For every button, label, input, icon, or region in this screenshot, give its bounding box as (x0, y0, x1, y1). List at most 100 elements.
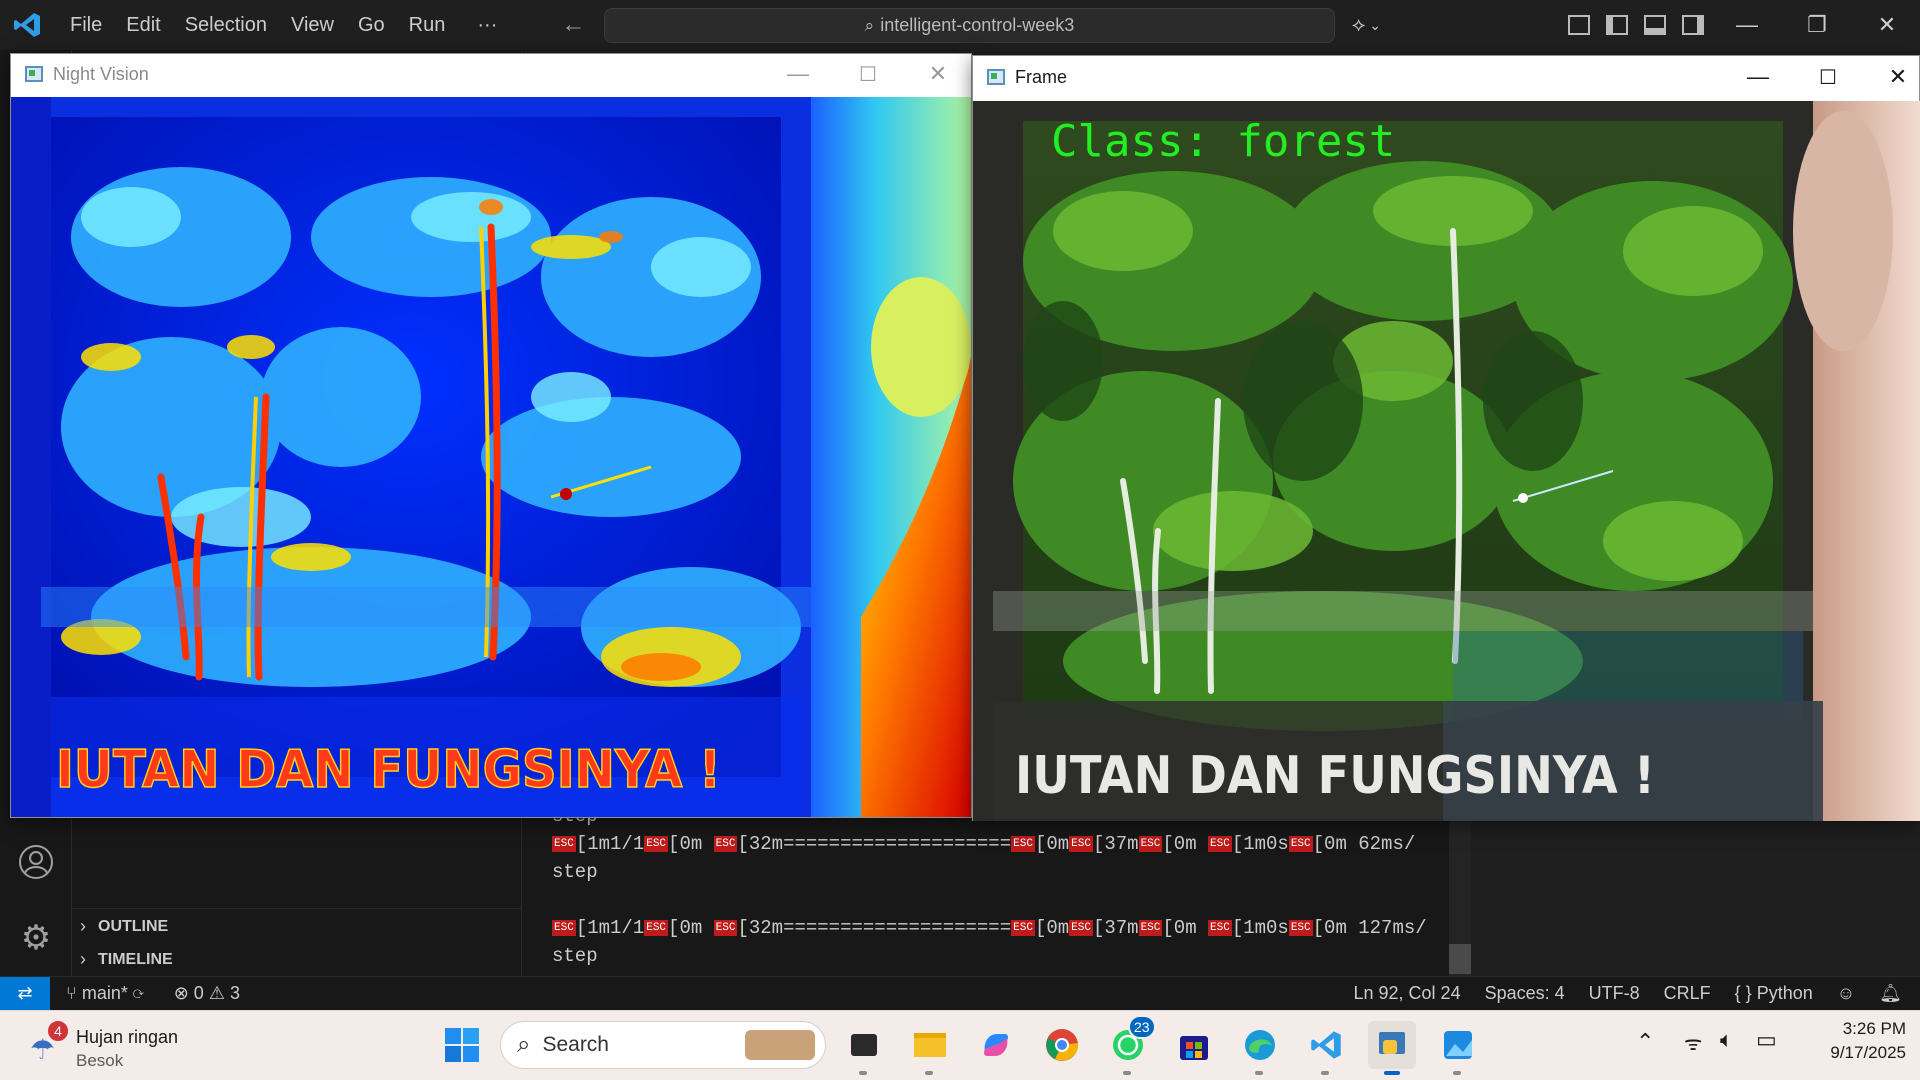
battery-icon[interactable]: ▭ (1756, 1027, 1777, 1053)
minimize-icon[interactable]: — (1712, 0, 1782, 50)
weather-title: Hujan ringan (76, 1027, 179, 1047)
windows-start-icon (445, 1028, 479, 1062)
menu-edit[interactable]: Edit (114, 14, 172, 37)
timeline-label: TIMELINE (98, 950, 173, 968)
error-icon: ⊗ (173, 983, 189, 1003)
file-explorer-button[interactable] (906, 1021, 954, 1075)
end-of-line[interactable]: CRLF (1652, 983, 1723, 1004)
app-window-icon (25, 66, 43, 82)
night-vision-titlebar[interactable]: Night Vision — ☐ ✕ (11, 54, 971, 94)
microsoft-store-icon (1180, 1036, 1208, 1060)
running-indicator (1255, 1071, 1263, 1075)
close-icon[interactable]: ✕ (903, 54, 973, 94)
edge-button[interactable] (1236, 1021, 1284, 1075)
weather-subtitle: Besok (76, 1051, 124, 1070)
search-icon: ⌕ (517, 1031, 531, 1058)
git-branch-icon: ⑂ (66, 983, 77, 1003)
encoding[interactable]: UTF-8 (1577, 983, 1652, 1004)
menu-more[interactable]: ··· (465, 14, 509, 37)
menu-view[interactable]: View (279, 14, 346, 37)
active-indicator (1384, 1071, 1400, 1075)
close-icon[interactable]: ✕ (1852, 0, 1920, 50)
vscode-button[interactable] (1302, 1021, 1350, 1075)
terminal-line: step (552, 861, 598, 883)
timeline-section[interactable]: › TIMELINE (80, 949, 173, 970)
scrollbar-thumb[interactable] (1449, 944, 1471, 974)
menu-go[interactable]: Go (346, 14, 397, 37)
copilot-icon (984, 1034, 1008, 1056)
running-indicator (1453, 1071, 1461, 1075)
taskbar-search-box[interactable]: ⌕ Search (500, 1021, 826, 1069)
language-mode[interactable]: { } Python (1723, 983, 1825, 1004)
braces-icon: { } (1734, 983, 1752, 1003)
outline-label: OUTLINE (98, 917, 169, 935)
settings-gear-icon[interactable]: ⚙ (16, 918, 56, 958)
app-window-icon (987, 69, 1005, 85)
wifi-icon[interactable]: ᯤ (1684, 1029, 1702, 1056)
copilot-app-button[interactable] (972, 1021, 1020, 1069)
clock[interactable]: 3:26 PM 9/17/2025 (1796, 1019, 1906, 1063)
chrome-button[interactable] (1038, 1021, 1086, 1069)
warning-icon: ⚠ (208, 983, 225, 1003)
back-arrow-icon[interactable]: ← (553, 11, 593, 39)
outline-section[interactable]: › OUTLINE (80, 916, 168, 937)
cursor-position[interactable]: Ln 92, Col 24 (1342, 983, 1473, 1004)
running-indicator (925, 1071, 933, 1075)
volume-icon[interactable]: 🔈︎ (1720, 1027, 1733, 1053)
weather-widget[interactable]: ☂ 4 Hujan ringan Besok (24, 1019, 224, 1071)
python-app-button[interactable] (1368, 1021, 1416, 1075)
menu-file[interactable]: File (58, 14, 114, 37)
notifications-bell-icon[interactable]: 🔔︎ (1867, 983, 1914, 1004)
chrome-icon (1046, 1029, 1079, 1061)
photos-icon (1444, 1031, 1472, 1059)
start-button[interactable] (438, 1021, 486, 1069)
menu-selection[interactable]: Selection (173, 14, 279, 37)
window-title: Night Vision (53, 63, 149, 84)
problems-status[interactable]: ⊗ 0 ⚠ 3 (162, 983, 252, 1004)
terminal-scrollbar[interactable] (1449, 800, 1471, 976)
frame-window: Frame — ☐ ✕ Class: forest IUTAN DAN FUNG… (972, 55, 1920, 821)
copilot-button[interactable]: ⟡ ⌄ (1352, 0, 1381, 50)
terminal-line: ESC [1m1/1 ESC [0m ESC [32m=================… (552, 917, 1427, 939)
task-view-button[interactable] (840, 1021, 888, 1075)
toggle-secondary-sidebar-icon[interactable] (1682, 15, 1704, 35)
minimize-icon[interactable]: — (763, 54, 833, 94)
running-indicator (1123, 1071, 1131, 1075)
toggle-panel-icon[interactable] (1644, 15, 1666, 35)
branch-status[interactable]: ⑂ main* ⟳ (54, 983, 156, 1004)
whatsapp-button[interactable]: 23 (1104, 1015, 1156, 1075)
menu-run[interactable]: Run (397, 14, 458, 37)
vscode-icon (1311, 1031, 1341, 1059)
indentation[interactable]: Spaces: 4 (1473, 983, 1577, 1004)
restore-icon[interactable]: ❐ (1782, 0, 1852, 50)
running-indicator (1321, 1071, 1329, 1075)
class-label-overlay: Class: forest (1051, 116, 1395, 167)
vscode-logo-icon (14, 13, 40, 37)
command-center-search[interactable]: ⌕ intelligent-control-week3 (604, 8, 1335, 43)
accounts-icon[interactable] (16, 842, 56, 882)
clock-date: 9/17/2025 (1830, 1043, 1906, 1062)
search-icon: ⌕ (864, 15, 875, 35)
windows-taskbar: ☂ 4 Hujan ringan Besok ⌕ Search 23 ⌃ ᯤ 🔈… (0, 1010, 1920, 1080)
task-view-icon (851, 1034, 877, 1056)
customize-layout-icon[interactable] (1568, 15, 1590, 35)
remote-indicator-icon[interactable]: ⇄ (0, 977, 50, 1010)
chevron-down-icon: ⌄ (1369, 16, 1381, 33)
toggle-primary-sidebar-icon[interactable] (1606, 15, 1628, 35)
store-button[interactable] (1170, 1021, 1218, 1069)
show-hidden-icons-chevron-icon[interactable]: ⌃ (1636, 1029, 1654, 1055)
divider (72, 908, 522, 909)
terminal-panel[interactable]: step ESC[1m1/1ESC[0m ESC[32m============… (522, 800, 1452, 976)
close-icon[interactable]: ✕ (1863, 56, 1920, 98)
frame-titlebar[interactable]: Frame — ☐ ✕ (973, 56, 1919, 98)
minimize-icon[interactable]: — (1723, 56, 1793, 98)
copilot-status-icon[interactable]: ☺ (1825, 983, 1867, 1004)
maximize-icon[interactable]: ☐ (1793, 56, 1863, 98)
status-bar: ⇄ ⑂ main* ⟳ ⊗ 0 ⚠ 3 Ln 92, Col 24 Spaces… (0, 976, 1920, 1010)
vscode-titlebar: File Edit Selection View Go Run ··· ← → … (0, 0, 1920, 50)
sync-icon: ⟳ (132, 983, 144, 1003)
photos-button[interactable] (1434, 1021, 1482, 1075)
maximize-icon[interactable]: ☐ (833, 54, 903, 94)
running-indicator (859, 1071, 867, 1075)
